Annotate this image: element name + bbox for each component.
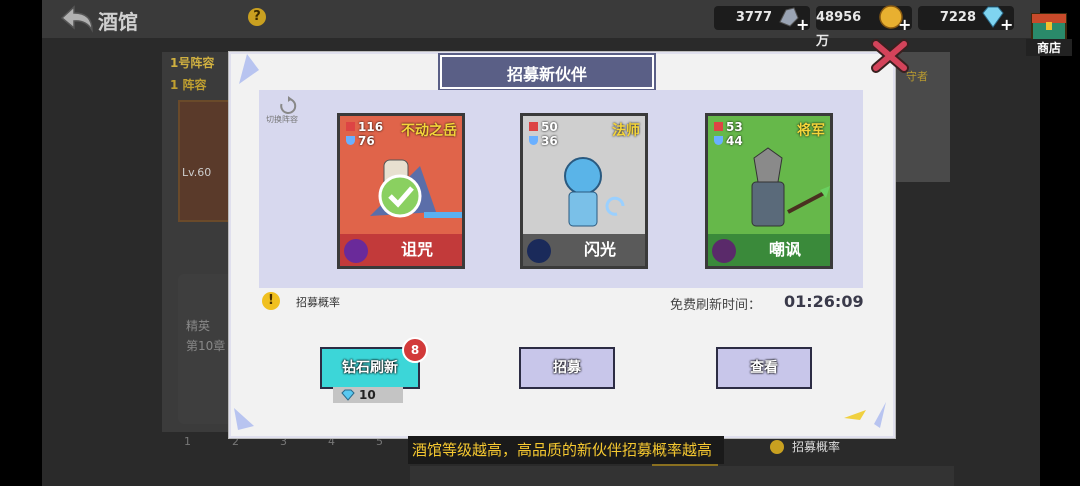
skill-name: 嘲讽 bbox=[768, 240, 801, 259]
corner-decoration bbox=[234, 408, 254, 430]
refresh-count-badge: 8 bbox=[402, 337, 428, 363]
coin-plus-button[interactable]: + bbox=[898, 17, 912, 33]
info-icon bbox=[770, 440, 784, 454]
cost-value: 10 bbox=[359, 388, 376, 402]
hero-role: 法师 bbox=[612, 123, 640, 139]
corner-decoration bbox=[844, 402, 886, 428]
sword-icon bbox=[346, 122, 355, 131]
hero-role: 将军 bbox=[797, 123, 825, 139]
page-title: 酒馆 bbox=[98, 10, 138, 34]
dialog-header: 招募新伙伴 bbox=[440, 55, 654, 89]
chest-icon bbox=[1031, 13, 1067, 41]
view-button[interactable]: 查看 bbox=[716, 347, 812, 389]
bottom-bar bbox=[410, 466, 954, 486]
dialog-title: 招募新伙伴 bbox=[506, 65, 587, 84]
right-letterbox bbox=[1040, 0, 1080, 486]
ore-plus-button[interactable]: + bbox=[796, 17, 810, 33]
shield-icon bbox=[346, 136, 355, 145]
hero-level: Lv.60 bbox=[182, 166, 212, 179]
sword-icon bbox=[529, 122, 538, 131]
switch-label: 切换阵容 bbox=[266, 115, 298, 124]
ore-resource: 3777 + bbox=[714, 6, 810, 33]
candidate-card-3[interactable]: 53 44 将军 嘲讽 bbox=[705, 113, 833, 269]
diamond-value: 7228 bbox=[939, 10, 976, 25]
attack-stat: 50 bbox=[529, 120, 558, 134]
recruit-rate-link[interactable]: 招募概率 bbox=[296, 294, 340, 310]
free-refresh-label: 免费刷新时间： bbox=[670, 298, 762, 313]
shop-button[interactable]: 商店 bbox=[1026, 6, 1072, 56]
page-1[interactable]: 1 bbox=[184, 435, 191, 448]
candidate-card-1[interactable]: 116 76 不动之岳 诅咒 bbox=[337, 113, 465, 269]
skill-name: 诅咒 bbox=[400, 240, 433, 259]
coin-resource: 48956万 + bbox=[816, 5, 912, 49]
skill-name: 闪光 bbox=[583, 240, 616, 259]
shield-icon bbox=[714, 136, 723, 145]
elite-chapter: 第10章 bbox=[186, 339, 226, 353]
curse-skill-icon bbox=[344, 239, 368, 263]
help-icon[interactable]: ? bbox=[248, 8, 266, 26]
back-arrow-icon[interactable] bbox=[60, 4, 96, 34]
attack-stat: 116 bbox=[346, 120, 383, 134]
close-icon[interactable] bbox=[870, 38, 910, 74]
skill-bar: 嘲讽 bbox=[708, 234, 830, 266]
ore-value: 3777 bbox=[735, 10, 772, 25]
refresh-cost: 10 bbox=[333, 387, 403, 403]
corner-decoration bbox=[239, 54, 259, 84]
skill-bar: 闪光 bbox=[523, 234, 645, 266]
elite-label: 精英 bbox=[186, 319, 211, 333]
recruit-button[interactable]: 招募 bbox=[519, 347, 615, 389]
attack-stat: 53 bbox=[714, 120, 743, 134]
switch-icon[interactable] bbox=[278, 96, 298, 116]
sword-icon bbox=[714, 122, 723, 131]
info-icon[interactable]: ! bbox=[262, 292, 280, 310]
shop-label: 商店 bbox=[1026, 39, 1072, 56]
hero-portrait bbox=[564, 157, 625, 227]
shield-icon bbox=[529, 136, 538, 145]
flash-skill-icon bbox=[527, 239, 551, 263]
left-letterbox bbox=[0, 0, 42, 486]
tip-text: 酒馆等级越高，高品质的新伙伴招募概率越高 bbox=[408, 436, 724, 464]
coin-value: 48956万 bbox=[816, 10, 862, 49]
hero-portrait bbox=[751, 147, 830, 227]
lineup-tab: 1号阵容 bbox=[170, 56, 215, 70]
taunt-skill-icon bbox=[712, 239, 736, 263]
bottom-rate-label[interactable]: 招募概率 bbox=[792, 438, 840, 455]
hero-portrait bbox=[370, 159, 462, 218]
hero-role: 不动之岳 bbox=[401, 123, 457, 139]
diamond-resource: 7228 + bbox=[918, 6, 1014, 33]
elite-text: 精英 第10章 bbox=[186, 316, 225, 356]
candidate-card-2[interactable]: 50 36 法师 闪光 bbox=[520, 113, 648, 269]
diamond-plus-button[interactable]: + bbox=[1000, 17, 1014, 33]
lineup-sub: 1 阵容 bbox=[170, 78, 207, 92]
refresh-timer: 01:26:09 bbox=[784, 292, 864, 311]
diamond-icon bbox=[341, 389, 355, 401]
skill-bar: 诅咒 bbox=[340, 234, 462, 266]
